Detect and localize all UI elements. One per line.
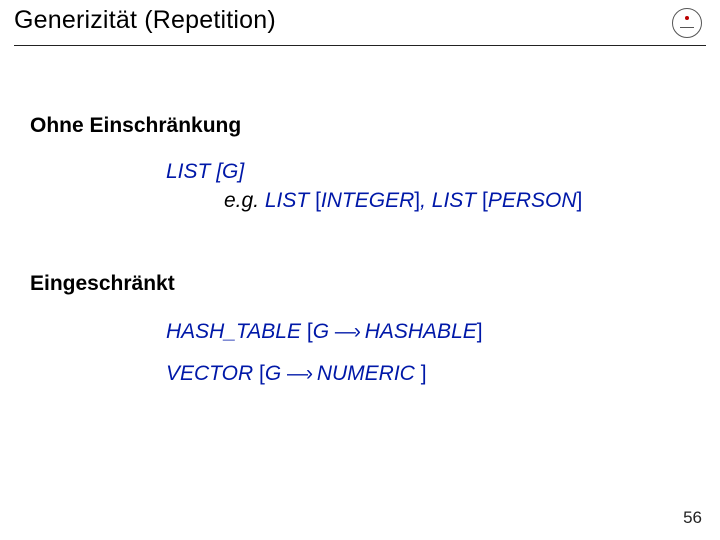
bound-type: HASHABLE — [359, 320, 477, 343]
sep: , — [420, 189, 432, 212]
line-vector: VECTOR [G —› NUMERIC ] — [166, 362, 427, 386]
logo-icon — [672, 8, 702, 38]
arrow-icon: —› — [335, 320, 359, 344]
type-arg: INTEGER — [321, 189, 414, 212]
page-number: 56 — [683, 508, 702, 528]
bracket: ] — [577, 189, 583, 212]
section-constrained: Eingeschränkt — [30, 272, 175, 296]
bound-type: NUMERIC — [311, 362, 421, 385]
logo-line — [680, 27, 694, 29]
type-name: LIST — [432, 189, 476, 212]
line-list: LIST [G] — [166, 160, 244, 184]
type-arg: PERSON — [488, 189, 577, 212]
bracket: ] — [238, 160, 244, 183]
eg-prefix: e.g. — [224, 189, 265, 212]
title-row: Generizität (Repetition) — [14, 6, 706, 46]
type-name: VECTOR — [166, 362, 253, 385]
bracket: ] — [421, 362, 427, 385]
bracket: ] — [477, 320, 483, 343]
type-name: LIST — [166, 160, 210, 183]
arrow-icon: —› — [287, 362, 311, 386]
type-name: LIST — [265, 189, 309, 212]
type-param: G — [222, 160, 238, 183]
type-name: HASH_TABLE — [166, 320, 301, 343]
type-param: G — [265, 362, 281, 385]
slide: Generizität (Repetition) Ohne Einschränk… — [0, 0, 720, 540]
slide-title: Generizität (Repetition) — [14, 6, 276, 35]
section-unconstrained: Ohne Einschränkung — [30, 114, 241, 138]
line-hashtable: HASH_TABLE [G —› HASHABLE] — [166, 320, 483, 344]
line-example: e.g. LIST [INTEGER], LIST [PERSON] — [224, 189, 582, 213]
type-param: G — [313, 320, 329, 343]
logo-dot — [685, 16, 689, 20]
